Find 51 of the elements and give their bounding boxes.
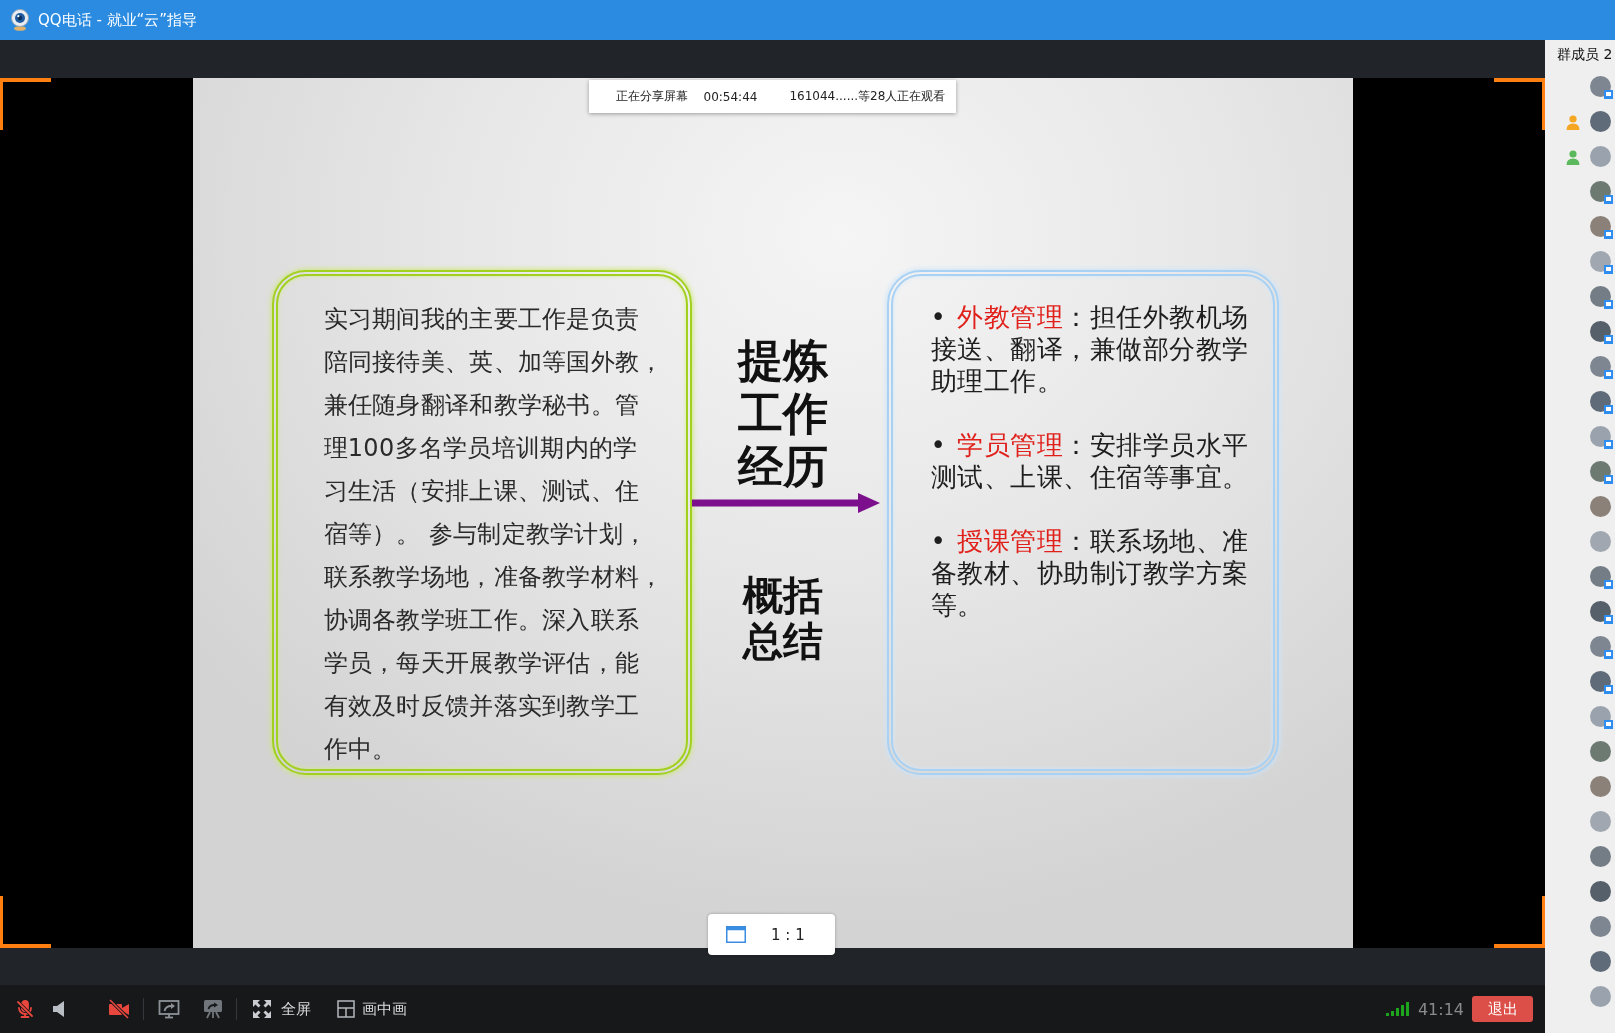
avatar[interactable] — [1590, 426, 1611, 447]
split-window-icon — [337, 1000, 355, 1018]
avatar[interactable] — [1590, 181, 1611, 202]
avatar[interactable] — [1590, 741, 1611, 762]
screen-share-icon[interactable] — [158, 999, 180, 1019]
avatar[interactable] — [1590, 881, 1611, 902]
bullet-point: • 外教管理：担任外教机场接送、翻译，兼做部分教学助理工作。 — [930, 301, 1250, 397]
window-icon — [726, 926, 746, 943]
viewer-count: 161044......等28人正在观看 — [789, 88, 946, 105]
ratio-button[interactable]: 1 : 1 — [708, 914, 835, 955]
avatar[interactable] — [1590, 356, 1611, 377]
avatar[interactable] — [1590, 916, 1611, 937]
avatar[interactable] — [1590, 601, 1611, 622]
slide-paragraph: 实习期间我的主要工作是负责 陪同接待美、英、加等国外教， 兼任随身翻译和教学秘书。管 理100多名学员培训期内的学 习生活（安排上课、测试、住 宿等）。 参与制定教学计划， 联系教学场地，准备教学材料， 协调各教学班工作。深入联系 学员，每天开展教学评估，能 有效及时反馈并落实到教学工 作中。 — [323, 304, 665, 765]
call-timer: 41:14 — [1417, 999, 1464, 1019]
avatar[interactable] — [1590, 846, 1611, 867]
avatar[interactable] — [1590, 216, 1611, 237]
avatar[interactable] — [1590, 251, 1611, 272]
corner-bracket-icon — [0, 896, 51, 948]
avatar[interactable] — [1590, 391, 1611, 412]
share-duration: 00:54:44 — [703, 89, 758, 104]
avatar[interactable] — [1590, 951, 1611, 972]
avatar[interactable] — [1590, 321, 1611, 342]
presentation-share-icon[interactable] — [203, 999, 223, 1019]
window-title: QQ电话 - 就业“云”指导 — [38, 10, 198, 30]
slide-heading: 提炼工作经历 — [738, 334, 828, 493]
avatar[interactable] — [1590, 566, 1611, 587]
avatar[interactable] — [1590, 286, 1611, 307]
fullscreen-icon — [253, 1000, 271, 1018]
panel-title: 群成员 2 — [1556, 45, 1614, 64]
exit-button[interactable]: 退出 — [1472, 996, 1533, 1022]
bullet-point: • 授课管理：联系场地、准备教材、协助制订教学方案等。 — [930, 525, 1250, 621]
signal-icon — [1385, 1002, 1410, 1016]
corner-bracket-icon — [0, 78, 51, 130]
avatar[interactable] — [1590, 706, 1611, 727]
share-status-text: 正在分享屏幕 — [615, 88, 688, 105]
muted-microphone-icon[interactable] — [15, 999, 35, 1019]
slide-subheading: 概括总结 — [743, 572, 823, 664]
avatar[interactable] — [1590, 636, 1611, 657]
avatar[interactable] — [1590, 461, 1611, 482]
picture-in-picture-button[interactable]: 画中画 — [337, 999, 407, 1019]
speaker-icon[interactable] — [52, 999, 66, 1019]
fullscreen-button[interactable]: 全屏 — [253, 999, 311, 1019]
webcam-icon — [10, 9, 30, 31]
avatar[interactable] — [1590, 671, 1611, 692]
avatar[interactable] — [1590, 111, 1611, 132]
avatar[interactable] — [1590, 496, 1611, 517]
avatar[interactable] — [1590, 776, 1611, 797]
bullet-point: • 学员管理：安排学员水平测试、上课、住宿等事宜。 — [930, 429, 1250, 493]
muted-camera-icon[interactable] — [108, 999, 130, 1019]
avatar[interactable] — [1590, 76, 1611, 97]
